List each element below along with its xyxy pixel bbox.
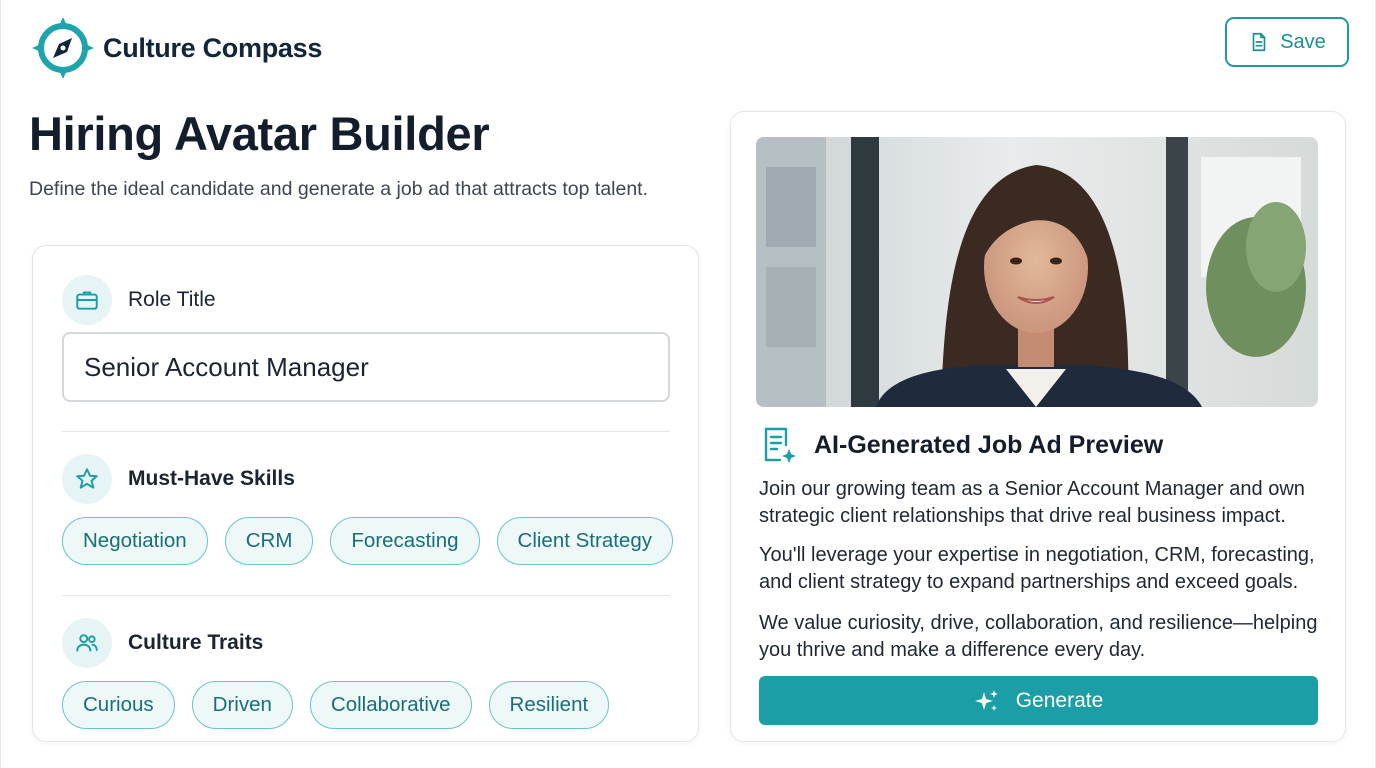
document-icon xyxy=(1252,32,1266,52)
skills-section: Must-Have Skills xyxy=(62,454,295,504)
divider xyxy=(62,431,670,432)
briefcase-icon xyxy=(76,291,98,310)
preview-header: AI-Generated Job Ad Preview xyxy=(759,425,1163,465)
page-title: Hiring Avatar Builder xyxy=(29,107,490,160)
save-label: Save xyxy=(1280,30,1326,53)
job-ad-preview-card: AI-Generated Job Ad Preview Join our gro… xyxy=(730,111,1346,742)
role-title-section: Role Title xyxy=(62,275,216,325)
skill-chip[interactable]: Forecasting xyxy=(330,517,480,565)
save-button[interactable]: Save xyxy=(1225,17,1349,67)
role-title-label: Role Title xyxy=(128,288,216,311)
trait-chip[interactable]: Curious xyxy=(62,681,175,729)
traits-chip-list: Curious Driven Collaborative Resilient xyxy=(62,681,610,729)
compass-icon xyxy=(32,17,94,79)
trait-chip[interactable]: Collaborative xyxy=(309,681,472,729)
document-sparkle-icon xyxy=(764,427,796,463)
divider xyxy=(62,595,670,596)
skills-label: Must-Have Skills xyxy=(128,467,295,490)
trait-chip[interactable]: Driven xyxy=(191,681,293,729)
job-ad-paragraph: Join our growing team as a Senior Accoun… xyxy=(759,478,1305,527)
skill-chip[interactable]: Client Strategy xyxy=(496,517,673,565)
skill-chip[interactable]: CRM xyxy=(224,517,314,565)
traits-label: Culture Traits xyxy=(128,631,264,654)
job-ad-paragraph: We value curiosity, drive, collaboration… xyxy=(759,612,1318,661)
role-title-input[interactable] xyxy=(62,332,670,402)
star-icon xyxy=(76,468,98,489)
traits-section: Culture Traits xyxy=(62,618,263,668)
generate-label: Generate xyxy=(1015,688,1104,712)
app-logo: Culture Compass xyxy=(29,14,322,82)
users-icon xyxy=(76,634,98,652)
avatar-form-card: Role Title Must-Have Skills Negotiation … xyxy=(32,245,699,742)
trait-chip[interactable]: Resilient xyxy=(488,681,610,729)
generate-button[interactable]: Generate xyxy=(759,676,1318,725)
candidate-avatar-photo xyxy=(756,137,1318,407)
app-name: Culture Compass xyxy=(103,32,323,63)
sparkles-icon xyxy=(974,689,998,711)
preview-title: AI-Generated Job Ad Preview xyxy=(814,430,1164,459)
skill-chip[interactable]: Negotiation xyxy=(62,517,208,565)
skills-chip-list: Negotiation CRM Forecasting Client Strat… xyxy=(62,517,673,565)
page-subtitle: Define the ideal candidate and generate … xyxy=(29,178,649,200)
job-ad-paragraph: You'll leverage your expertise in negoti… xyxy=(759,544,1315,593)
